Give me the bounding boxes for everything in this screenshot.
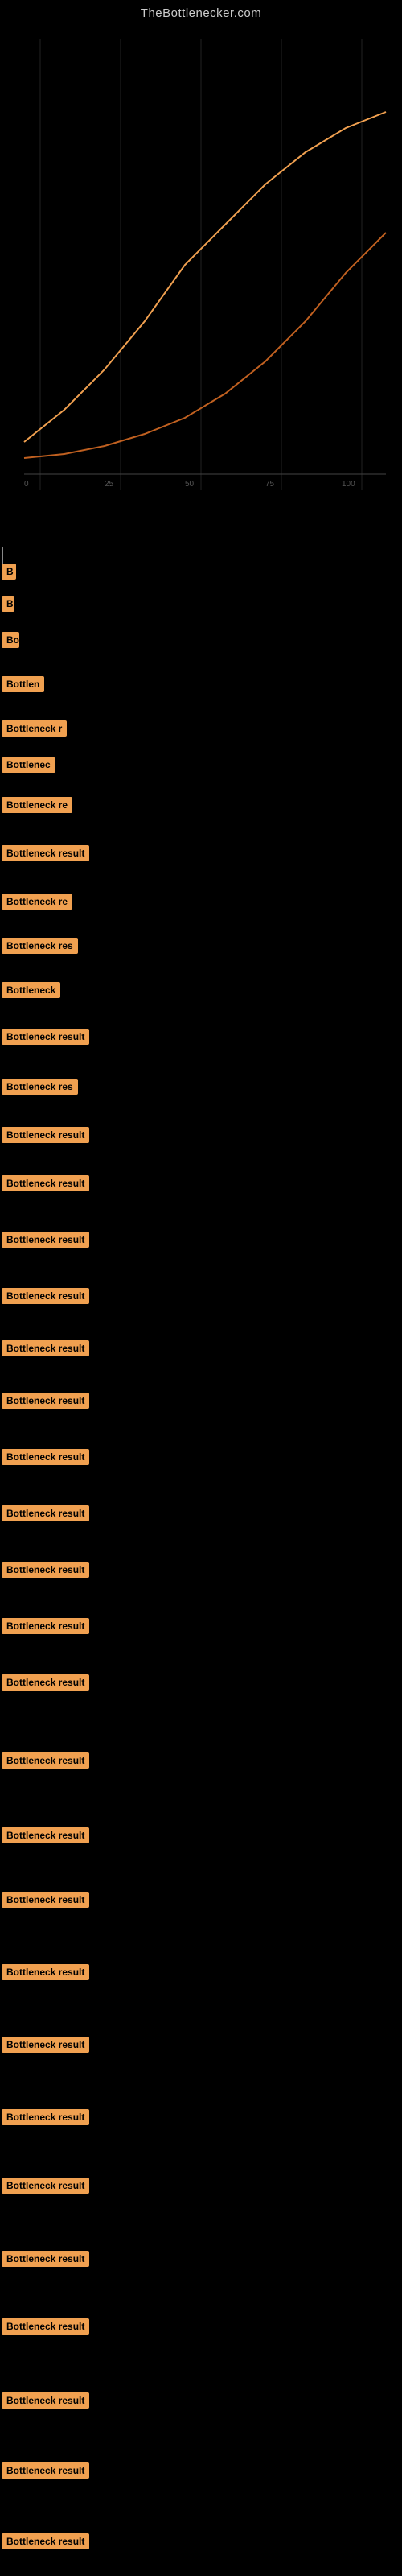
bottleneck-item-1: B [2,564,16,580]
bottleneck-label-36: Bottleneck result [2,2533,89,2549]
bottleneck-label-31: Bottleneck result [2,2178,89,2194]
bottleneck-label-3: Bo [2,632,19,648]
bottleneck-item-22: Bottleneck result [2,1562,89,1578]
bottleneck-label-8: Bottleneck result [2,845,89,861]
bottleneck-item-34: Bottleneck result [2,2392,89,2409]
bottleneck-item-21: Bottleneck result [2,1505,89,1521]
bottleneck-label-11: Bottleneck [2,982,60,998]
bottleneck-item-15: Bottleneck result [2,1175,89,1191]
bottleneck-label-35: Bottleneck result [2,2462,89,2479]
svg-text:25: 25 [105,480,114,489]
bottleneck-label-19: Bottleneck result [2,1393,89,1409]
bottleneck-item-25: Bottleneck result [2,1752,89,1769]
bottleneck-label-14: Bottleneck result [2,1127,89,1143]
bottleneck-item-19: Bottleneck result [2,1393,89,1409]
bottleneck-item-12: Bottleneck result [2,1029,89,1045]
bottleneck-item-31: Bottleneck result [2,2178,89,2194]
bottleneck-label-2: B [2,596,14,612]
bottleneck-label-29: Bottleneck result [2,2037,89,2053]
bottleneck-label-27: Bottleneck result [2,1892,89,1908]
bottleneck-item-24: Bottleneck result [2,1674,89,1690]
bottleneck-item-16: Bottleneck result [2,1232,89,1248]
bottleneck-label-13: Bottleneck res [2,1079,78,1095]
bottleneck-item-18: Bottleneck result [2,1340,89,1356]
bottleneck-label-5: Bottleneck r [2,720,67,737]
site-title: TheBottlenecker.com [0,0,402,23]
bottleneck-label-22: Bottleneck result [2,1562,89,1578]
chart-area: 0 25 50 75 100 [0,23,402,522]
bottleneck-label-16: Bottleneck result [2,1232,89,1248]
bottleneck-item-20: Bottleneck result [2,1449,89,1465]
bottleneck-item-14: Bottleneck result [2,1127,89,1143]
bottleneck-label-7: Bottleneck re [2,797,72,813]
svg-text:50: 50 [185,480,195,489]
page-container: TheBottlenecker.com 0 25 50 75 100 [0,0,402,2576]
bottleneck-label-28: Bottleneck result [2,1964,89,1980]
bottleneck-item-23: Bottleneck result [2,1618,89,1634]
svg-text:75: 75 [265,480,275,489]
bottleneck-label-25: Bottleneck result [2,1752,89,1769]
bottleneck-item-10: Bottleneck res [2,938,78,954]
bottleneck-item-28: Bottleneck result [2,1964,89,1980]
bottleneck-label-6: Bottlenec [2,757,55,773]
bottleneck-item-2: B [2,596,14,612]
bottleneck-label-15: Bottleneck result [2,1175,89,1191]
bottleneck-item-5: Bottleneck r [2,720,67,737]
bottleneck-item-3: Bo [2,632,19,648]
bottleneck-label-20: Bottleneck result [2,1449,89,1465]
bottleneck-item-26: Bottleneck result [2,1827,89,1843]
bottleneck-item-33: Bottleneck result [2,2318,89,2334]
bottleneck-label-9: Bottleneck re [2,894,72,910]
bottleneck-item-6: Bottlenec [2,757,55,773]
bottleneck-item-4: Bottlen [2,676,44,692]
bottleneck-label-23: Bottleneck result [2,1618,89,1634]
bottleneck-label-1: B [2,564,16,580]
svg-text:100: 100 [342,480,355,489]
bottleneck-item-27: Bottleneck result [2,1892,89,1908]
bottleneck-label-32: Bottleneck result [2,2251,89,2267]
bottleneck-label-33: Bottleneck result [2,2318,89,2334]
bottleneck-label-12: Bottleneck result [2,1029,89,1045]
bottleneck-item-30: Bottleneck result [2,2109,89,2125]
bottleneck-item-11: Bottleneck [2,982,60,998]
bottleneck-label-21: Bottleneck result [2,1505,89,1521]
bottleneck-label-4: Bottlen [2,676,44,692]
bottleneck-item-32: Bottleneck result [2,2251,89,2267]
bottleneck-label-30: Bottleneck result [2,2109,89,2125]
bottleneck-item-13: Bottleneck res [2,1079,78,1095]
bottleneck-label-18: Bottleneck result [2,1340,89,1356]
bottleneck-item-29: Bottleneck result [2,2037,89,2053]
bottleneck-label-34: Bottleneck result [2,2392,89,2409]
bottleneck-item-35: Bottleneck result [2,2462,89,2479]
bottleneck-item-17: Bottleneck result [2,1288,89,1304]
svg-text:0: 0 [24,480,29,489]
bottleneck-item-8: Bottleneck result [2,845,89,861]
bottleneck-label-24: Bottleneck result [2,1674,89,1690]
bottleneck-label-17: Bottleneck result [2,1288,89,1304]
bottleneck-label-26: Bottleneck result [2,1827,89,1843]
bottleneck-item-7: Bottleneck re [2,797,72,813]
bottleneck-item-9: Bottleneck re [2,894,72,910]
bottleneck-label-10: Bottleneck res [2,938,78,954]
bottleneck-item-36: Bottleneck result [2,2533,89,2549]
